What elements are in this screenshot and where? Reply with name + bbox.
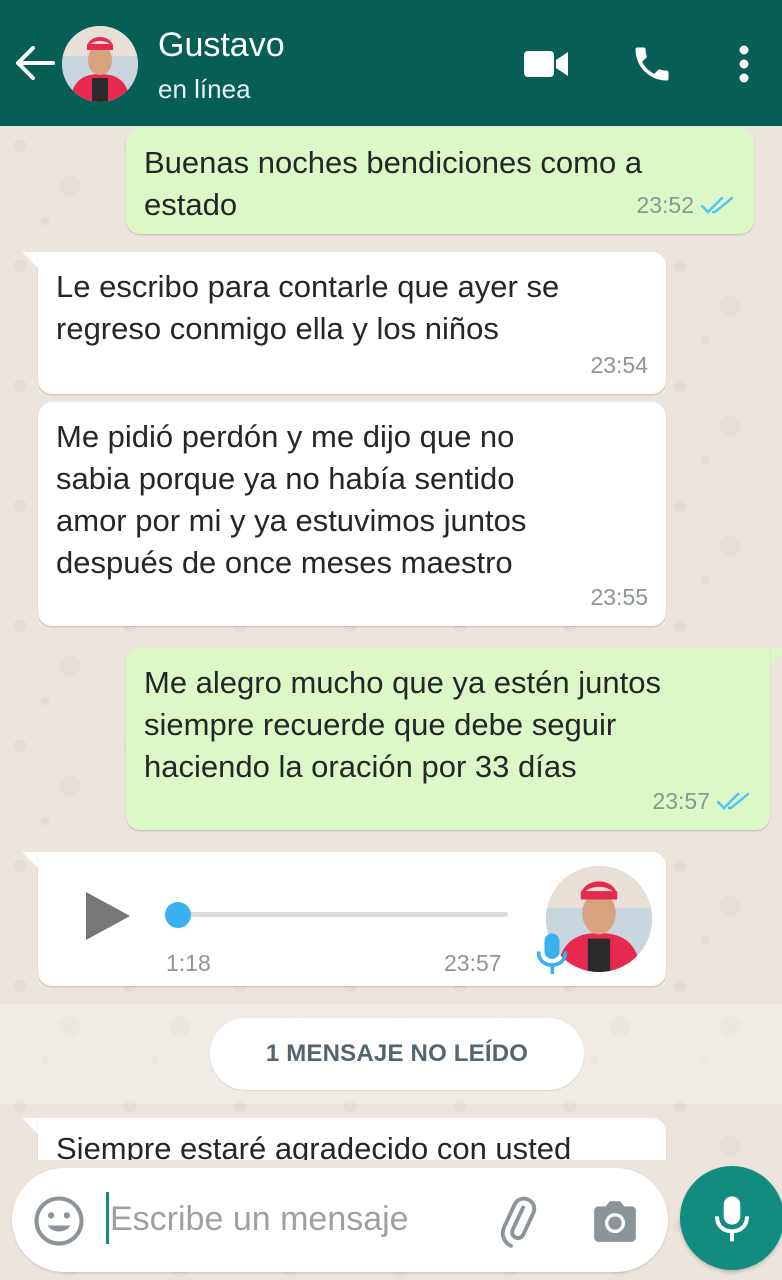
message-meta: 23:52 xyxy=(636,184,736,226)
message-time: 23:55 xyxy=(590,584,648,610)
message-bubble-incoming[interactable]: Le escribo para contarle que ayer se reg… xyxy=(38,252,666,394)
audio-progress-track[interactable] xyxy=(178,912,508,917)
message-text: Me pidió perdón y me dijo que no sabia p… xyxy=(56,419,527,580)
message-text: Siempre estaré agradecido con usted xyxy=(56,1131,572,1160)
unread-divider: 1 MENSAJE NO LEÍDO xyxy=(210,1018,584,1090)
message-meta: 23:55 xyxy=(590,576,648,618)
record-voice-button[interactable] xyxy=(680,1166,782,1270)
emoji-icon[interactable] xyxy=(32,1194,86,1248)
back-arrow-icon[interactable] xyxy=(14,42,56,84)
camera-icon[interactable] xyxy=(590,1198,640,1244)
microphone-icon xyxy=(534,930,570,976)
message-time: 23:54 xyxy=(590,352,648,378)
read-ticks-icon xyxy=(716,792,750,810)
message-bubble-outgoing[interactable]: Buenas noches bendiciones como a estado … xyxy=(126,128,754,234)
message-meta: 23:57 xyxy=(652,780,752,822)
message-text: Le escribo para contarle que ayer se reg… xyxy=(56,269,560,346)
microphone-icon xyxy=(715,1196,749,1242)
video-call-icon[interactable] xyxy=(522,40,570,88)
message-meta: 23:54 xyxy=(590,344,648,386)
message-bubble-incoming[interactable]: Siempre estaré agradecido con usted xyxy=(38,1118,666,1160)
contact-name[interactable]: Gustavo xyxy=(158,26,285,65)
text-cursor xyxy=(106,1192,109,1244)
message-time: 23:52 xyxy=(636,192,694,218)
contact-status: en línea xyxy=(158,74,251,104)
message-bubble-outgoing[interactable]: Me alegro mucho que ya estén juntos siem… xyxy=(126,648,770,830)
more-vertical-icon[interactable] xyxy=(720,40,768,88)
contact-avatar[interactable] xyxy=(62,26,138,102)
audio-seek-handle[interactable] xyxy=(165,902,191,928)
message-bubble-incoming[interactable]: Me pidió perdón y me dijo que no sabia p… xyxy=(38,402,666,626)
phone-icon[interactable] xyxy=(628,40,676,88)
message-time: 23:57 xyxy=(652,788,710,814)
chat-header: Gustavo en línea xyxy=(0,0,782,126)
read-ticks-icon xyxy=(700,196,734,214)
audio-duration: 1:18 xyxy=(166,950,211,976)
partial-message-viewport: Siempre estaré agradecido con usted xyxy=(0,1118,782,1160)
message-text: Me alegro mucho que ya estén juntos siem… xyxy=(144,665,661,784)
message-composer xyxy=(12,1168,668,1272)
message-input[interactable] xyxy=(110,1190,470,1248)
message-time: 23:57 xyxy=(444,950,502,976)
voice-message: 1:18 23:57 xyxy=(38,852,666,986)
paperclip-icon[interactable] xyxy=(492,1196,544,1248)
bubble-tail xyxy=(770,648,782,666)
play-icon[interactable] xyxy=(82,888,134,944)
